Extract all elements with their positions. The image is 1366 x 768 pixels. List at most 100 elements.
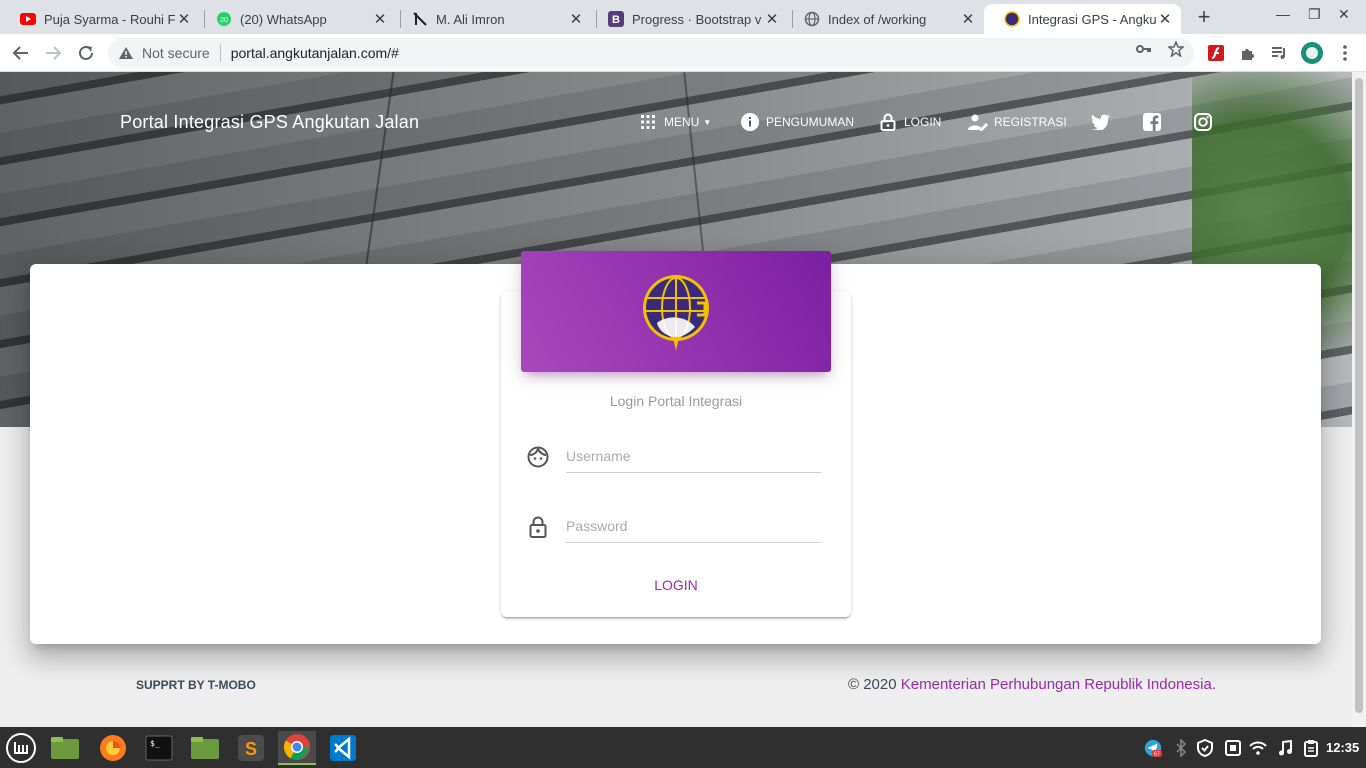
address-bar[interactable]: Not secure portal.angkutanjalan.com/# bbox=[108, 38, 1194, 68]
sublime-text-icon[interactable]: S bbox=[232, 731, 270, 765]
password-field bbox=[526, 509, 822, 549]
clock[interactable]: 12:35 bbox=[1326, 740, 1359, 755]
facebook-icon bbox=[1142, 112, 1162, 132]
bootstrap-icon: B bbox=[608, 11, 624, 27]
back-icon[interactable] bbox=[10, 42, 32, 64]
tab-title: (20) WhatsApp bbox=[240, 11, 327, 27]
restore-icon[interactable]: ❐ bbox=[1308, 6, 1321, 23]
tab-title: Puja Syarma - Rouhi Fi bbox=[44, 11, 176, 27]
divider bbox=[219, 44, 221, 62]
instagram-link[interactable] bbox=[1193, 110, 1219, 134]
media-queue-icon[interactable] bbox=[1270, 44, 1288, 62]
minimize-icon[interactable]: — bbox=[1276, 6, 1290, 22]
tab-integrasi-gps[interactable]: Integrasi GPS - Angkut ✕ bbox=[984, 4, 1181, 34]
vscode-icon[interactable] bbox=[324, 731, 362, 765]
close-icon[interactable]: ✕ bbox=[764, 10, 780, 28]
terminal-icon[interactable]: $_ bbox=[140, 731, 178, 765]
youtube-icon bbox=[20, 11, 36, 27]
page-scrollbar[interactable] bbox=[1352, 72, 1366, 727]
nav-registrasi-label: Registrasi bbox=[994, 115, 1067, 129]
close-icon[interactable]: ✕ bbox=[1157, 10, 1173, 28]
firefox-icon[interactable] bbox=[94, 731, 132, 765]
instagram-icon bbox=[1193, 112, 1213, 132]
twitter-icon bbox=[1090, 112, 1110, 132]
person-edit-icon bbox=[968, 112, 988, 132]
tab-title: M. Ali Imron bbox=[436, 11, 505, 27]
login-button[interactable]: Login bbox=[601, 570, 751, 600]
nav-login-label: Login bbox=[904, 115, 942, 129]
whatsapp-icon: 20 bbox=[216, 11, 232, 27]
copyright-prefix: © 2020 bbox=[848, 676, 901, 693]
tab-ali-imron[interactable]: M. Ali Imron ✕ bbox=[392, 4, 592, 34]
browser-toolbar: Not secure portal.angkutanjalan.com/# bbox=[0, 34, 1366, 72]
kemenhub-logo-icon bbox=[643, 274, 709, 351]
svg-text:S: S bbox=[245, 739, 257, 759]
page-icon bbox=[412, 11, 428, 27]
show-desktop-icon[interactable] bbox=[46, 731, 84, 765]
lock-icon bbox=[526, 515, 550, 539]
tab-whatsapp[interactable]: 20 (20) WhatsApp ✕ bbox=[196, 4, 396, 34]
reload-icon[interactable] bbox=[75, 42, 97, 64]
forward-icon[interactable] bbox=[42, 42, 64, 64]
tab-title: Progress · Bootstrap v bbox=[632, 11, 762, 27]
nav-pengumuman-label: Pengumuman bbox=[766, 115, 855, 129]
nav-registrasi[interactable]: Registrasi bbox=[968, 110, 1067, 134]
close-icon[interactable]: ✕ bbox=[372, 10, 388, 28]
flash-icon[interactable] bbox=[1207, 44, 1225, 62]
tab-bootstrap[interactable]: B Progress · Bootstrap v ✕ bbox=[588, 4, 788, 34]
files-icon[interactable] bbox=[186, 731, 224, 765]
svg-text:20: 20 bbox=[220, 17, 228, 24]
url-text[interactable]: portal.angkutanjalan.com/# bbox=[231, 45, 399, 61]
footer-support: SUPPRT BY T-MOBO bbox=[136, 678, 256, 692]
nav-pengumuman[interactable]: Pengumuman bbox=[740, 110, 854, 134]
username-field bbox=[526, 439, 822, 479]
facebook-link[interactable] bbox=[1142, 110, 1168, 134]
window-close-icon[interactable]: ✕ bbox=[1338, 6, 1350, 23]
password-input[interactable] bbox=[566, 509, 822, 543]
emblem-icon bbox=[1004, 11, 1020, 27]
os-taskbar: $_ S 67 12:35 bbox=[0, 727, 1366, 768]
extensions-icon[interactable] bbox=[1239, 44, 1257, 62]
info-icon bbox=[740, 112, 760, 132]
tab-index-working[interactable]: Index of /working ✕ bbox=[784, 4, 984, 34]
page-viewport: Portal Integrasi GPS Angkutan Jalan Menu… bbox=[0, 72, 1352, 727]
screenshot-icon[interactable] bbox=[1224, 739, 1242, 757]
caret-down-icon: ▼ bbox=[703, 117, 712, 127]
chrome-icon[interactable] bbox=[278, 731, 316, 765]
key-icon[interactable] bbox=[1136, 41, 1152, 57]
mint-menu-icon[interactable] bbox=[2, 731, 40, 765]
svg-text:B: B bbox=[612, 14, 620, 26]
kemenhub-link[interactable]: Kementerian Perhubungan Republik Indones… bbox=[901, 676, 1216, 693]
browser-tab-bar: Puja Syarma - Rouhi Fi ✕ 20 (20) WhatsAp… bbox=[0, 0, 1366, 34]
globe-icon bbox=[804, 11, 820, 27]
kebab-menu-icon[interactable] bbox=[1336, 44, 1354, 62]
tab-title: Index of /working bbox=[828, 11, 927, 27]
tab-title: Integrasi GPS - Angkut bbox=[1028, 11, 1157, 27]
close-icon[interactable]: ✕ bbox=[960, 10, 976, 28]
login-subtitle: Login Portal Integrasi bbox=[609, 393, 743, 409]
wifi-icon[interactable] bbox=[1249, 739, 1267, 757]
telegram-badge: 67 bbox=[1154, 752, 1160, 758]
bluetooth-icon[interactable] bbox=[1172, 739, 1190, 757]
star-icon[interactable] bbox=[1168, 41, 1184, 57]
nav-login[interactable]: Login bbox=[878, 110, 941, 134]
twitter-link[interactable] bbox=[1090, 110, 1116, 134]
tab-youtube[interactable]: Puja Syarma - Rouhi Fi ✕ bbox=[0, 4, 200, 34]
profile-avatar-icon[interactable] bbox=[1301, 42, 1323, 64]
warning-icon[interactable] bbox=[118, 45, 134, 61]
telegram-icon[interactable]: 67 bbox=[1144, 739, 1162, 758]
nav-menu-label: Menu bbox=[664, 115, 700, 129]
new-tab-button[interactable]: + bbox=[1193, 6, 1215, 28]
close-icon[interactable]: ✕ bbox=[568, 10, 584, 28]
clipboard-icon[interactable] bbox=[1302, 739, 1320, 757]
close-icon[interactable]: ✕ bbox=[176, 10, 192, 28]
username-input[interactable] bbox=[566, 439, 822, 473]
login-card-header bbox=[521, 251, 831, 372]
apps-grid-icon bbox=[638, 112, 658, 132]
music-note-icon[interactable] bbox=[1276, 739, 1294, 757]
brand-title[interactable]: Portal Integrasi GPS Angkutan Jalan bbox=[120, 112, 419, 133]
nav-menu[interactable]: Menu ▼ bbox=[638, 110, 711, 134]
shield-icon[interactable] bbox=[1196, 739, 1214, 757]
footer-copyright: © 2020 Kementerian Perhubungan Republik … bbox=[848, 676, 1216, 693]
scrollbar-thumb[interactable] bbox=[1355, 78, 1363, 713]
